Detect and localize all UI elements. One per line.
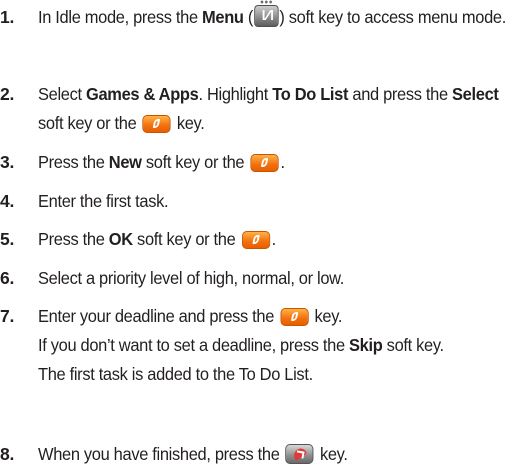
- step-4: 4. Enter the first task.: [0, 187, 520, 216]
- ok-key-icon: [142, 115, 171, 133]
- ok-key-icon: [241, 231, 270, 249]
- step-text: Press the New soft key or the .: [38, 152, 285, 172]
- step-text: In Idle mode, press the Menu () soft key…: [38, 0, 517, 32]
- ok-key-icon: [280, 308, 309, 326]
- step-text: When you have finished, press the key.: [38, 444, 348, 464]
- step-8: 8. When you have finished, press the key…: [0, 440, 520, 469]
- step-7: 7. Enter your deadline and press the key…: [0, 302, 520, 389]
- step-number: 3.: [0, 152, 15, 172]
- step-number: 8.: [0, 444, 15, 464]
- step-text: Select a priority level of high, normal,…: [38, 268, 345, 288]
- ok-key-icon: [250, 154, 279, 172]
- step-text: Enter your deadline and press the key. If…: [38, 306, 444, 384]
- step-number: 2.: [0, 84, 15, 104]
- step-number: 4.: [0, 191, 15, 211]
- step-2: 2. Select Games & Apps. Highlight To Do …: [0, 80, 520, 138]
- step-text: Select Games & Apps. Highlight To Do Lis…: [38, 84, 499, 133]
- step-number: 7.: [0, 306, 15, 326]
- menu-key-icon: [253, 0, 279, 27]
- step-5: 5. Press the OK soft key or the .: [0, 225, 520, 254]
- step-3: 3. Press the New soft key or the .: [0, 148, 520, 177]
- step-number: 6.: [0, 268, 15, 288]
- step-number: 5.: [0, 229, 15, 249]
- step-text: Enter the first task.: [38, 191, 169, 211]
- step-6: 6. Select a priority level of high, norm…: [0, 264, 520, 293]
- step-number: 1.: [0, 7, 15, 27]
- step-1: 1. In Idle mode, press the Menu () soft …: [0, 0, 520, 32]
- step-text: Press the OK soft key or the .: [38, 229, 276, 249]
- end-key-icon: [285, 444, 314, 464]
